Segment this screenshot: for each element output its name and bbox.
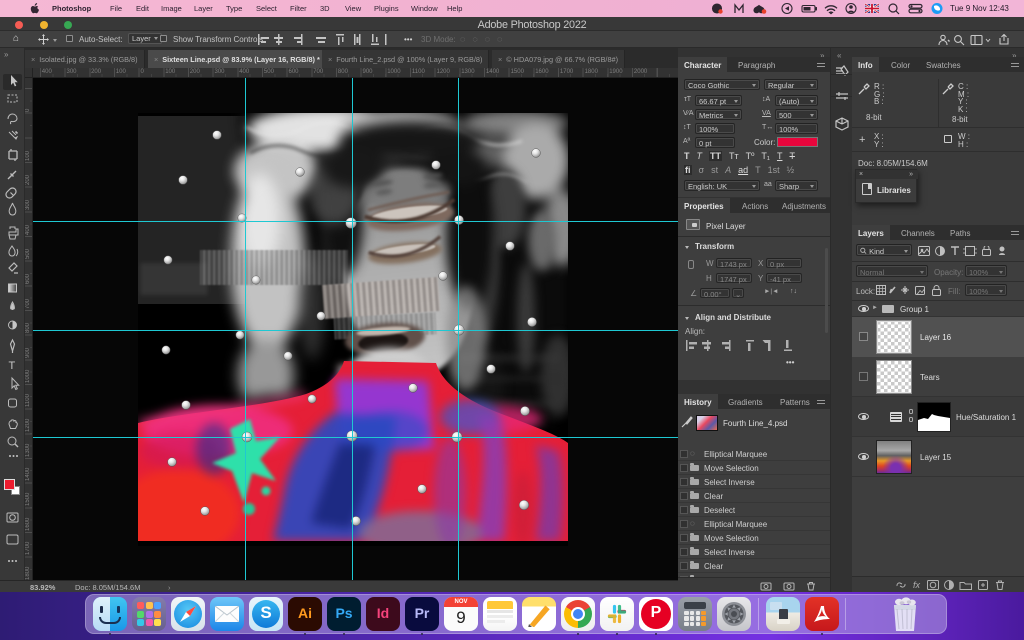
- svg-text:T: T: [9, 360, 16, 372]
- svg-text:fx: fx: [913, 580, 921, 590]
